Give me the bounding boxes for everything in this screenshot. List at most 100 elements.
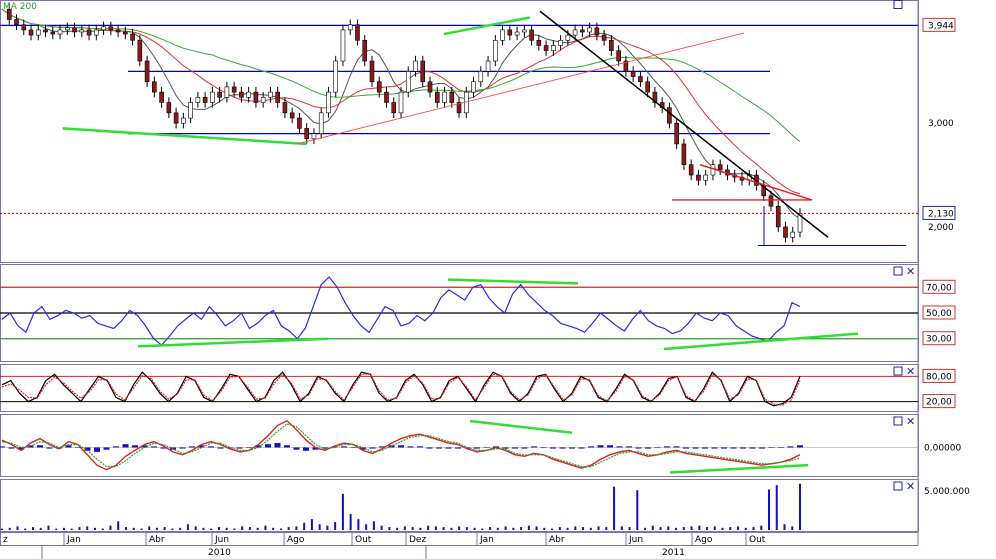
candle-body	[507, 29, 513, 36]
close-x-icon[interactable]: ✕	[906, 365, 915, 378]
volume-bar	[241, 526, 244, 530]
volume-bar	[86, 526, 89, 530]
month-label: Ago	[695, 535, 713, 545]
candle-body	[391, 102, 397, 114]
macd-axis-label: 0,00000	[924, 443, 961, 453]
macd-histogram-bar	[597, 445, 604, 448]
volume-bar	[434, 526, 437, 530]
volume-bar	[551, 528, 554, 530]
candle-body	[21, 24, 27, 31]
volume-bar	[682, 527, 685, 530]
month-label: Jan	[66, 535, 81, 545]
candle-body	[688, 164, 694, 176]
square-icon[interactable]	[893, 266, 903, 276]
square-icon[interactable]	[893, 366, 903, 376]
rsi-divergence-line	[447, 278, 579, 285]
close-x-icon[interactable]: ✕	[906, 415, 915, 428]
rsi-panel[interactable]	[0, 276, 918, 351]
volume-bar	[194, 526, 197, 530]
macd-histogram-bar	[407, 446, 414, 448]
volume-bar	[372, 521, 375, 530]
macd-histogram-bar	[730, 447, 737, 449]
volume-bar	[8, 527, 11, 530]
candle-body	[210, 91, 215, 103]
candle-body	[173, 112, 179, 124]
price-axis-label: 3,944	[928, 21, 954, 31]
month-label: Abr	[549, 535, 565, 545]
candle-body	[35, 29, 41, 36]
volume-bar	[109, 525, 112, 530]
candle-body	[115, 29, 121, 33]
macd-histogram-bar	[341, 446, 347, 448]
price-panel[interactable]	[0, 4, 918, 247]
candle-body	[144, 60, 150, 83]
volume-bar	[93, 527, 96, 530]
candle-body	[638, 76, 643, 83]
macd-histogram-bar	[303, 447, 309, 451]
volume-bar	[163, 527, 166, 530]
volume-bar	[768, 489, 771, 530]
macd-histogram-bar	[369, 447, 376, 449]
candle-body	[768, 195, 774, 207]
candle-body	[260, 97, 266, 103]
square-icon[interactable]	[893, 481, 903, 491]
bearish-divergence-line	[62, 127, 307, 146]
candle-body	[485, 60, 491, 72]
macd-histogram-bar	[274, 443, 281, 448]
volume-bar	[489, 527, 492, 530]
macd-histogram-bar	[474, 447, 480, 449]
volume-bar	[597, 526, 600, 530]
volume-bar	[148, 526, 151, 530]
volume-bar	[380, 525, 383, 530]
macd-histogram-bar	[426, 447, 433, 449]
macd-histogram-bar	[132, 445, 138, 448]
candle-body	[587, 27, 592, 33]
volume-bar	[760, 525, 763, 530]
candle-body	[304, 128, 309, 140]
volume-bar	[706, 527, 709, 530]
stochastic-axis-label: 20,00	[926, 398, 952, 408]
volume-bar	[279, 528, 282, 530]
candle-body	[282, 102, 288, 114]
macd-histogram-bar	[455, 447, 461, 449]
candle-body	[231, 86, 237, 93]
macd-histogram-bar	[645, 447, 651, 449]
candle-body	[14, 19, 19, 26]
macd-histogram-bar	[721, 447, 727, 449]
candle-body	[318, 112, 324, 134]
macd-histogram-bar	[122, 444, 129, 448]
macd-histogram-bar	[208, 446, 214, 448]
volume-bar	[574, 526, 577, 530]
volume-panel[interactable]	[1, 483, 801, 530]
candle-body	[551, 45, 556, 51]
volume-bar	[233, 528, 236, 530]
price-axis-label: 2,000	[928, 223, 954, 233]
volume-bar	[1, 528, 3, 530]
square-icon[interactable]	[893, 416, 903, 426]
volume-bar	[427, 525, 430, 530]
macd-panel[interactable]	[0, 419, 918, 474]
volume-bar	[496, 527, 499, 530]
volume-bar	[713, 526, 716, 530]
volume-bar	[458, 526, 461, 530]
macd-histogram-bar	[236, 447, 243, 449]
stock-chart[interactable]: 3,944 3,000 2,130 2,000 70,00 50,00 30,00 80,00…	[0, 0, 996, 559]
macd-histogram-bar	[787, 446, 794, 448]
volume-bar	[744, 527, 747, 530]
volume-bar	[47, 525, 50, 530]
candle-body	[696, 174, 701, 181]
close-x-icon[interactable]: ✕	[906, 265, 915, 278]
volume-bar	[721, 527, 724, 530]
panel-controls[interactable]: ✕ ✕ ✕ ✕	[893, 0, 915, 494]
candle-body	[43, 29, 48, 33]
candle-body	[514, 31, 520, 36]
candle-body	[667, 107, 672, 124]
macd-histogram-bar	[398, 445, 404, 448]
rsi-axis-label: 70,00	[926, 283, 952, 293]
candle-body	[478, 71, 484, 83]
square-icon[interactable]	[893, 0, 903, 9]
candle-body	[703, 174, 708, 181]
stochastic-panel[interactable]	[0, 371, 918, 407]
close-x-icon[interactable]: ✕	[906, 480, 915, 493]
candle-body	[50, 31, 56, 35]
